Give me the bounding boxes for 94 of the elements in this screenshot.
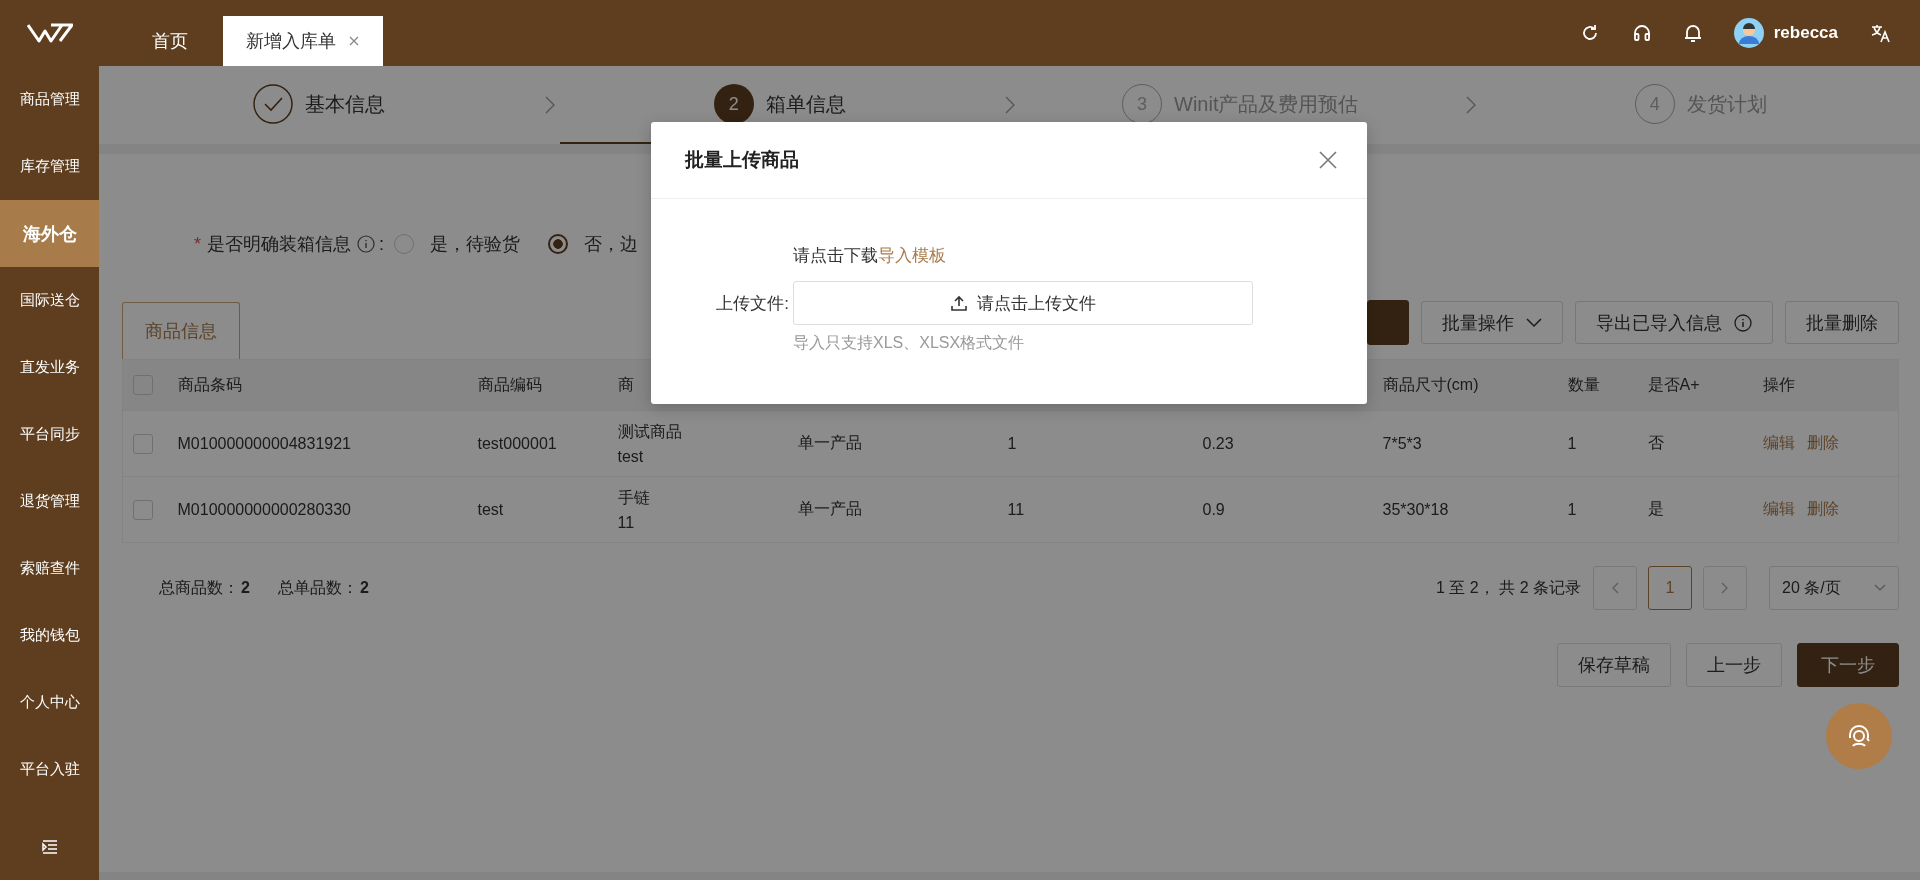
sidebar-item[interactable]: 退货管理: [0, 468, 99, 535]
record-range: 1 至 2， 共 2 条记录: [1436, 577, 1581, 598]
logo-icon: [26, 23, 73, 43]
action-link[interactable]: 编辑: [1762, 500, 1795, 517]
table-cell: test000001: [477, 434, 557, 452]
table-cell: 1: [1007, 434, 1017, 452]
step-number: 2: [713, 84, 754, 124]
footer-button[interactable]: 保存草稿: [1557, 643, 1671, 687]
headset-icon[interactable]: [1631, 23, 1652, 43]
sidebar-item[interactable]: 国际送仓: [0, 267, 99, 334]
sidebar-item[interactable]: 平台入驻: [0, 736, 99, 803]
sidebar-item[interactable]: 商品管理: [0, 66, 99, 133]
table-cell: 11: [1007, 500, 1025, 518]
footer-button[interactable]: 上一步: [1686, 643, 1782, 687]
step-label: 基本信息: [305, 91, 386, 117]
chevron-left-icon: [1611, 582, 1619, 594]
radio-label[interactable]: 是，待验货: [430, 232, 521, 256]
table-cell: 1: [1567, 500, 1577, 518]
page-tab[interactable]: 新增入库单: [223, 16, 383, 66]
table-cell-text: test: [617, 446, 645, 467]
upload-icon: [950, 295, 967, 311]
checkbox[interactable]: [133, 433, 153, 454]
form-colon: :: [379, 233, 385, 255]
table-cell: 35*30*18: [1382, 500, 1449, 518]
close-icon[interactable]: [1319, 151, 1337, 169]
form-label: 是否明确装箱信息: [207, 233, 351, 256]
field-label: 上传文件:: [715, 292, 790, 315]
table-cell: 0.9: [1202, 500, 1225, 518]
action-link[interactable]: 删除: [1806, 434, 1839, 451]
table-cell: M010000000004831921: [177, 434, 351, 452]
column-header: 商品编码: [477, 375, 542, 393]
table-cell-text: 11: [617, 512, 636, 533]
sidebar-item[interactable]: 库存管理: [0, 133, 99, 200]
sidebar-item[interactable]: 平台同步: [0, 401, 99, 468]
chevron-down-icon: [1874, 584, 1886, 592]
table-cell: 单一产品: [797, 434, 862, 451]
sidebar-item[interactable]: 海外仓: [0, 200, 99, 267]
column-header: 商品条码: [177, 375, 242, 393]
chevron-right-icon: [1465, 96, 1476, 114]
bell-icon[interactable]: [1683, 23, 1702, 43]
column-header: 商品尺寸(cm): [1382, 375, 1479, 393]
export-button[interactable]: 导出已导入信息: [1575, 301, 1773, 344]
radio-button[interactable]: [548, 234, 569, 254]
table-cell: 否: [1647, 434, 1664, 451]
step-label: 发货计划: [1686, 91, 1767, 117]
column-header: 数量: [1567, 375, 1600, 393]
table-cell: 是: [1647, 500, 1664, 517]
section-tab[interactable]: 商品信息: [122, 302, 240, 359]
info-icon: [1734, 313, 1752, 332]
checkbox[interactable]: [133, 499, 153, 520]
avatar-icon[interactable]: [1733, 18, 1764, 48]
chevron-right-icon: [1721, 582, 1729, 594]
close-icon[interactable]: [348, 35, 360, 47]
table-cell: 0.23: [1202, 434, 1234, 452]
user-name[interactable]: rebecca: [1773, 23, 1838, 43]
template-link[interactable]: 导入模板: [878, 246, 946, 265]
table-cell: 单一产品: [797, 500, 862, 517]
modal-title: 批量上传商品: [685, 148, 799, 172]
page-size-select[interactable]: 20 条/页: [1769, 566, 1899, 610]
chevron-down-icon: [1526, 317, 1542, 328]
table-cell-text: 手链: [617, 487, 651, 508]
delete-button[interactable]: 批量删除: [1785, 301, 1899, 344]
sidebar-item[interactable]: 索赔查件: [0, 535, 99, 602]
info-icon: [357, 235, 375, 253]
hint-text: 导入只支持XLS、XLSX格式文件: [793, 333, 1025, 353]
table-cell: 7*5*3: [1382, 434, 1422, 452]
step-label: Winit产品及费用预估: [1174, 91, 1359, 117]
summary-text: 总商品数：2: [159, 577, 250, 598]
action-link[interactable]: 删除: [1806, 500, 1839, 517]
required-mark: *: [194, 233, 201, 255]
footer-button[interactable]: 下一步: [1797, 643, 1899, 687]
column-header: 操作: [1762, 375, 1795, 393]
sidebar-item[interactable]: 直发业务: [0, 334, 99, 401]
table-cell-text: 测试商品: [617, 421, 683, 442]
sidebar-item[interactable]: 我的钱包: [0, 602, 99, 669]
radio-label[interactable]: 否，边: [584, 232, 639, 256]
batch-dropdown[interactable]: 批量操作: [1421, 301, 1563, 344]
chevron-right-icon: [1005, 96, 1015, 114]
step-label: 箱单信息: [765, 91, 846, 117]
translate-icon[interactable]: [1870, 23, 1892, 43]
table-cell: 1: [1567, 434, 1577, 452]
action-link[interactable]: 编辑: [1762, 434, 1795, 451]
page-button[interactable]: 1: [1648, 566, 1692, 610]
chevron-right-icon: [544, 96, 555, 114]
column-header: 是否A+: [1647, 375, 1700, 393]
summary-text: 总单品数：2: [277, 577, 369, 598]
table-cell: M010000000000280330: [177, 500, 351, 518]
menu-collapse-icon[interactable]: [41, 840, 58, 854]
sidebar-item[interactable]: 个人中心: [0, 669, 99, 736]
column-header: 商: [617, 375, 634, 393]
table-cell: test: [477, 500, 504, 518]
page-tab[interactable]: 首页: [129, 16, 211, 66]
upload-button[interactable]: 请点击上传文件: [793, 281, 1253, 325]
download-text: 请点击下载导入模板: [793, 245, 946, 267]
